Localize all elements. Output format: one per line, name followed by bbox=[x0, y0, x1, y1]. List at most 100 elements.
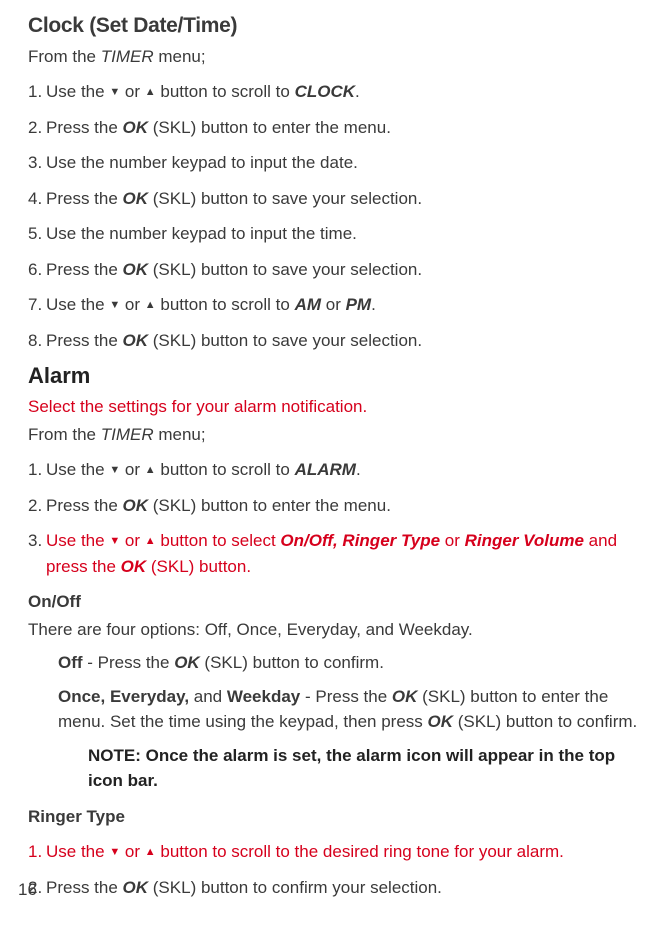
step-body: Use the number keypad to input the date. bbox=[46, 150, 640, 176]
step-num: 2. bbox=[28, 115, 46, 141]
ok: OK bbox=[123, 331, 149, 350]
text: or bbox=[120, 842, 145, 861]
step-body: Press the OK (SKL) button to save your s… bbox=[46, 328, 640, 354]
clock-step-3: 3. Use the number keypad to input the da… bbox=[28, 150, 640, 176]
onoff-rest-line: Once, Everyday, and Weekday - Press the … bbox=[58, 684, 640, 735]
clock-step-1: 1. Use the ▼ or ▲ button to scroll to CL… bbox=[28, 79, 640, 105]
text: Use the bbox=[46, 842, 109, 861]
alarm-step-2: 2. Press the OK (SKL) button to enter th… bbox=[28, 493, 640, 519]
step-num: 2. bbox=[28, 493, 46, 519]
alarm-step-3: 3. Use the ▼ or ▲ button to select On/Of… bbox=[28, 528, 640, 579]
text: From the bbox=[28, 47, 101, 66]
clock-step-7: 7. Use the ▼ or ▲ button to scroll to AM… bbox=[28, 292, 640, 318]
ok: OK bbox=[123, 189, 149, 208]
clock-step-8: 8. Press the OK (SKL) button to save you… bbox=[28, 328, 640, 354]
step-body: Use the ▼ or ▲ button to scroll to CLOCK… bbox=[46, 79, 640, 105]
arrow-down-icon: ▼ bbox=[109, 536, 120, 547]
arrow-up-icon: ▲ bbox=[145, 847, 156, 858]
ok: OK bbox=[121, 557, 147, 576]
alarm-from-menu: From the TIMER menu; bbox=[28, 422, 640, 448]
arrow-up-icon: ▲ bbox=[145, 300, 156, 311]
text: button to scroll to the desired ring ton… bbox=[156, 842, 564, 861]
step-body: Use the ▼ or ▲ button to scroll to the d… bbox=[46, 839, 640, 865]
text: Press the bbox=[46, 878, 123, 897]
step-body: Press the OK (SKL) button to enter the m… bbox=[46, 115, 640, 141]
timer-emph: TIMER bbox=[101, 47, 154, 66]
step-num: 3. bbox=[28, 150, 46, 176]
text: menu; bbox=[154, 425, 206, 444]
step-num: 1. bbox=[28, 79, 46, 105]
text: (SKL) button. bbox=[146, 557, 251, 576]
arrow-up-icon: ▲ bbox=[145, 536, 156, 547]
text: button to scroll to bbox=[156, 460, 295, 479]
text: Use the bbox=[46, 460, 109, 479]
text: (SKL) button to save your selection. bbox=[148, 189, 422, 208]
target: AM bbox=[295, 295, 321, 314]
clock-step-5: 5. Use the number keypad to input the ti… bbox=[28, 221, 640, 247]
text: - Press the bbox=[83, 653, 175, 672]
text: or bbox=[120, 295, 145, 314]
target: PM bbox=[346, 295, 372, 314]
text: or bbox=[120, 82, 145, 101]
ok: OK bbox=[174, 653, 200, 672]
text: Use the bbox=[46, 82, 109, 101]
text: From the bbox=[28, 425, 101, 444]
clock-step-2: 2. Press the OK (SKL) button to enter th… bbox=[28, 115, 640, 141]
step-body: Press the OK (SKL) button to save your s… bbox=[46, 186, 640, 212]
step-num: 4. bbox=[28, 186, 46, 212]
alarm-heading: Alarm bbox=[28, 359, 640, 392]
text: button to select bbox=[156, 531, 281, 550]
step-body: Press the OK (SKL) button to save your s… bbox=[46, 257, 640, 283]
rest-label: Once, Everyday, bbox=[58, 687, 189, 706]
text: Use the bbox=[46, 531, 109, 550]
clock-heading: Clock (Set Date/Time) bbox=[28, 10, 640, 42]
ringer-step-1: 1. Use the ▼ or ▲ button to scroll to th… bbox=[28, 839, 640, 865]
text: (SKL) button to save your selection. bbox=[148, 331, 422, 350]
ringer-step-2: 2. Press the OK (SKL) button to confirm … bbox=[28, 875, 640, 901]
ringer-heading: Ringer Type bbox=[28, 804, 640, 830]
ok: OK bbox=[123, 118, 149, 137]
ok: OK bbox=[392, 687, 418, 706]
page-number: 16 bbox=[18, 877, 37, 903]
step-body: Use the ▼ or ▲ button to select On/Off, … bbox=[46, 528, 640, 579]
target: CLOCK bbox=[295, 82, 355, 101]
onoff-desc: There are four options: Off, Once, Every… bbox=[28, 617, 640, 643]
arrow-down-icon: ▼ bbox=[109, 300, 120, 311]
alarm-step-1: 1. Use the ▼ or ▲ button to scroll to AL… bbox=[28, 457, 640, 483]
text: . bbox=[355, 82, 360, 101]
step-num: 1. bbox=[28, 457, 46, 483]
target: ALARM bbox=[295, 460, 356, 479]
arrow-down-icon: ▼ bbox=[109, 465, 120, 476]
step-num: 6. bbox=[28, 257, 46, 283]
step-num: 7. bbox=[28, 292, 46, 318]
text: menu; bbox=[154, 47, 206, 66]
clock-from-menu: From the TIMER menu; bbox=[28, 44, 640, 70]
step-body: Press the OK (SKL) button to confirm you… bbox=[46, 875, 640, 901]
text: Press the bbox=[46, 331, 123, 350]
onoff-note: NOTE: Once the alarm is set, the alarm i… bbox=[88, 743, 640, 794]
text: and bbox=[189, 687, 227, 706]
arrow-up-icon: ▲ bbox=[145, 87, 156, 98]
onoff-heading: On/Off bbox=[28, 589, 640, 615]
text: . bbox=[371, 295, 376, 314]
text: or bbox=[120, 531, 145, 550]
rest-wk: Weekday bbox=[227, 687, 300, 706]
timer-emph: TIMER bbox=[101, 425, 154, 444]
text: Use the bbox=[46, 295, 109, 314]
step-body: Use the ▼ or ▲ button to scroll to ALARM… bbox=[46, 457, 640, 483]
text: Press the bbox=[46, 118, 123, 137]
step-num: 1. bbox=[28, 839, 46, 865]
step-num: 3. bbox=[28, 528, 46, 579]
text: or bbox=[120, 460, 145, 479]
alarm-redline: Select the settings for your alarm notif… bbox=[28, 394, 640, 420]
text: Press the bbox=[46, 260, 123, 279]
text: (SKL) button to confirm. bbox=[200, 653, 384, 672]
step-body: Use the number keypad to input the time. bbox=[46, 221, 640, 247]
arrow-up-icon: ▲ bbox=[145, 465, 156, 476]
onoff-off-line: Off - Press the OK (SKL) button to confi… bbox=[58, 650, 640, 676]
text: button to scroll to bbox=[156, 82, 295, 101]
text: . bbox=[356, 460, 361, 479]
text: (SKL) button to enter the menu. bbox=[148, 118, 391, 137]
text: or bbox=[440, 531, 465, 550]
ok: OK bbox=[123, 496, 149, 515]
